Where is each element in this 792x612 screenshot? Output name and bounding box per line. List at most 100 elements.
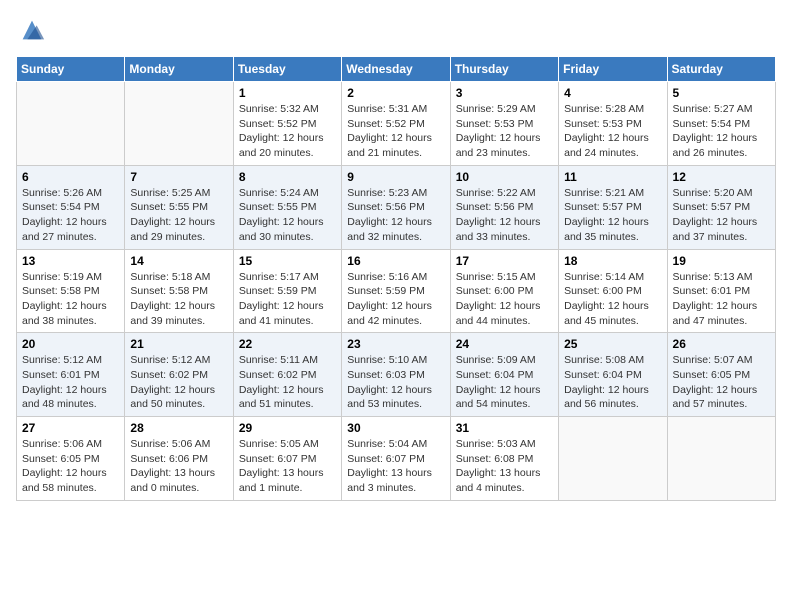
weekday-header-cell: Sunday [17,57,125,82]
day-number: 31 [456,421,553,435]
calendar-day-cell: 23Sunrise: 5:10 AMSunset: 6:03 PMDayligh… [342,333,450,417]
day-info: Sunrise: 5:15 AMSunset: 6:00 PMDaylight:… [456,270,553,329]
day-info: Sunrise: 5:23 AMSunset: 5:56 PMDaylight:… [347,186,444,245]
calendar-day-cell: 9 Sunrise: 5:23 AMSunset: 5:56 PMDaylight… [342,165,450,249]
day-number: 8 [239,170,336,184]
calendar-day-cell: 26 Sunrise: 5:07 AMSunset: 6:05 PMDayligh… [667,333,775,417]
calendar-table: SundayMondayTuesdayWednesdayThursdayFrid… [16,56,776,501]
day-number: 16 [347,254,444,268]
day-number: 7 [130,170,227,184]
day-info: Sunrise: 5:20 AMSunset: 5:57 PMDaylight:… [673,186,770,245]
calendar-body: 1 Sunrise: 5:32 AMSunset: 5:52 PMDaylight… [17,82,776,501]
day-number: 17 [456,254,553,268]
day-number: 10 [456,170,553,184]
day-number: 18 [564,254,661,268]
day-info: Sunrise: 5:25 AMSunset: 5:55 PMDaylight:… [130,186,227,245]
day-number: 1 [239,86,336,100]
day-number: 30 [347,421,444,435]
day-number: 4 [564,86,661,100]
calendar-week-row: 20 Sunrise: 5:12 AMSunset: 6:01 PMDayligh… [17,333,776,417]
day-info: Sunrise: 5:03 AMSunset: 6:08 PMDaylight:… [456,437,553,496]
day-info: Sunrise: 5:09 AMSunset: 6:04 PMDaylight:… [456,353,553,412]
day-info: Sunrise: 5:27 AMSunset: 5:54 PMDaylight:… [673,102,770,161]
day-info: Sunrise: 5:08 AMSunset: 6:04 PMDaylight:… [564,353,661,412]
day-info: Sunrise: 5:12 AMSunset: 6:01 PMDaylight:… [22,353,119,412]
calendar-day-cell: 16 Sunrise: 5:16 AMSunset: 5:59 PMDayligh… [342,249,450,333]
weekday-header-row: SundayMondayTuesdayWednesdayThursdayFrid… [17,57,776,82]
calendar-day-cell: 22Sunrise: 5:11 AMSunset: 6:02 PMDayligh… [233,333,341,417]
logo [16,16,46,44]
calendar-day-cell [17,82,125,166]
calendar-week-row: 6Sunrise: 5:26 AMSunset: 5:54 PMDaylight… [17,165,776,249]
day-number: 28 [130,421,227,435]
day-number: 29 [239,421,336,435]
calendar-day-cell: 12 Sunrise: 5:20 AMSunset: 5:57 PMDayligh… [667,165,775,249]
day-info: Sunrise: 5:18 AMSunset: 5:58 PMDaylight:… [130,270,227,329]
calendar-day-cell: 28 Sunrise: 5:06 AMSunset: 6:06 PMDayligh… [125,417,233,501]
calendar-day-cell: 1 Sunrise: 5:32 AMSunset: 5:52 PMDaylight… [233,82,341,166]
day-info: Sunrise: 5:29 AMSunset: 5:53 PMDaylight:… [456,102,553,161]
weekday-header-cell: Monday [125,57,233,82]
day-number: 19 [673,254,770,268]
day-info: Sunrise: 5:31 AMSunset: 5:52 PMDaylight:… [347,102,444,161]
calendar-day-cell: 15Sunrise: 5:17 AMSunset: 5:59 PMDayligh… [233,249,341,333]
calendar-day-cell: 18 Sunrise: 5:14 AMSunset: 6:00 PMDayligh… [559,249,667,333]
day-info: Sunrise: 5:28 AMSunset: 5:53 PMDaylight:… [564,102,661,161]
calendar-day-cell: 31 Sunrise: 5:03 AMSunset: 6:08 PMDayligh… [450,417,558,501]
day-info: Sunrise: 5:14 AMSunset: 6:00 PMDaylight:… [564,270,661,329]
page-header [16,16,776,44]
day-info: Sunrise: 5:32 AMSunset: 5:52 PMDaylight:… [239,102,336,161]
day-info: Sunrise: 5:04 AMSunset: 6:07 PMDaylight:… [347,437,444,496]
calendar-day-cell: 11Sunrise: 5:21 AMSunset: 5:57 PMDayligh… [559,165,667,249]
day-number: 3 [456,86,553,100]
calendar-day-cell: 14 Sunrise: 5:18 AMSunset: 5:58 PMDayligh… [125,249,233,333]
calendar-day-cell: 19Sunrise: 5:13 AMSunset: 6:01 PMDayligh… [667,249,775,333]
day-info: Sunrise: 5:11 AMSunset: 6:02 PMDaylight:… [239,353,336,412]
day-info: Sunrise: 5:05 AMSunset: 6:07 PMDaylight:… [239,437,336,496]
day-info: Sunrise: 5:06 AMSunset: 6:06 PMDaylight:… [130,437,227,496]
calendar-day-cell: 2 Sunrise: 5:31 AMSunset: 5:52 PMDaylight… [342,82,450,166]
calendar-day-cell: 13 Sunrise: 5:19 AMSunset: 5:58 PMDayligh… [17,249,125,333]
calendar-day-cell: 8 Sunrise: 5:24 AMSunset: 5:55 PMDaylight… [233,165,341,249]
weekday-header-cell: Thursday [450,57,558,82]
day-info: Sunrise: 5:07 AMSunset: 6:05 PMDaylight:… [673,353,770,412]
calendar-day-cell [125,82,233,166]
calendar-day-cell: 4 Sunrise: 5:28 AMSunset: 5:53 PMDaylight… [559,82,667,166]
logo-icon [18,16,46,44]
calendar-week-row: 27 Sunrise: 5:06 AMSunset: 6:05 PMDayligh… [17,417,776,501]
calendar-day-cell: 29 Sunrise: 5:05 AMSunset: 6:07 PMDayligh… [233,417,341,501]
weekday-header-cell: Wednesday [342,57,450,82]
day-info: Sunrise: 5:17 AMSunset: 5:59 PMDaylight:… [239,270,336,329]
calendar-day-cell: 3 Sunrise: 5:29 AMSunset: 5:53 PMDaylight… [450,82,558,166]
calendar-day-cell: 24 Sunrise: 5:09 AMSunset: 6:04 PMDayligh… [450,333,558,417]
weekday-header-cell: Tuesday [233,57,341,82]
calendar-week-row: 13 Sunrise: 5:19 AMSunset: 5:58 PMDayligh… [17,249,776,333]
day-number: 23 [347,337,444,351]
day-info: Sunrise: 5:16 AMSunset: 5:59 PMDaylight:… [347,270,444,329]
day-number: 6 [22,170,119,184]
calendar-day-cell: 25Sunrise: 5:08 AMSunset: 6:04 PMDayligh… [559,333,667,417]
day-number: 14 [130,254,227,268]
calendar-day-cell: 10Sunrise: 5:22 AMSunset: 5:56 PMDayligh… [450,165,558,249]
day-info: Sunrise: 5:21 AMSunset: 5:57 PMDaylight:… [564,186,661,245]
day-number: 9 [347,170,444,184]
day-number: 24 [456,337,553,351]
calendar-day-cell [559,417,667,501]
day-number: 13 [22,254,119,268]
day-info: Sunrise: 5:24 AMSunset: 5:55 PMDaylight:… [239,186,336,245]
calendar-day-cell: 6Sunrise: 5:26 AMSunset: 5:54 PMDaylight… [17,165,125,249]
day-info: Sunrise: 5:06 AMSunset: 6:05 PMDaylight:… [22,437,119,496]
day-number: 12 [673,170,770,184]
calendar-day-cell: 5 Sunrise: 5:27 AMSunset: 5:54 PMDaylight… [667,82,775,166]
calendar-day-cell [667,417,775,501]
day-number: 26 [673,337,770,351]
calendar-day-cell: 17 Sunrise: 5:15 AMSunset: 6:00 PMDayligh… [450,249,558,333]
weekday-header-cell: Saturday [667,57,775,82]
day-number: 5 [673,86,770,100]
day-info: Sunrise: 5:19 AMSunset: 5:58 PMDaylight:… [22,270,119,329]
weekday-header-cell: Friday [559,57,667,82]
day-number: 20 [22,337,119,351]
day-number: 27 [22,421,119,435]
day-number: 2 [347,86,444,100]
calendar-day-cell: 20 Sunrise: 5:12 AMSunset: 6:01 PMDayligh… [17,333,125,417]
